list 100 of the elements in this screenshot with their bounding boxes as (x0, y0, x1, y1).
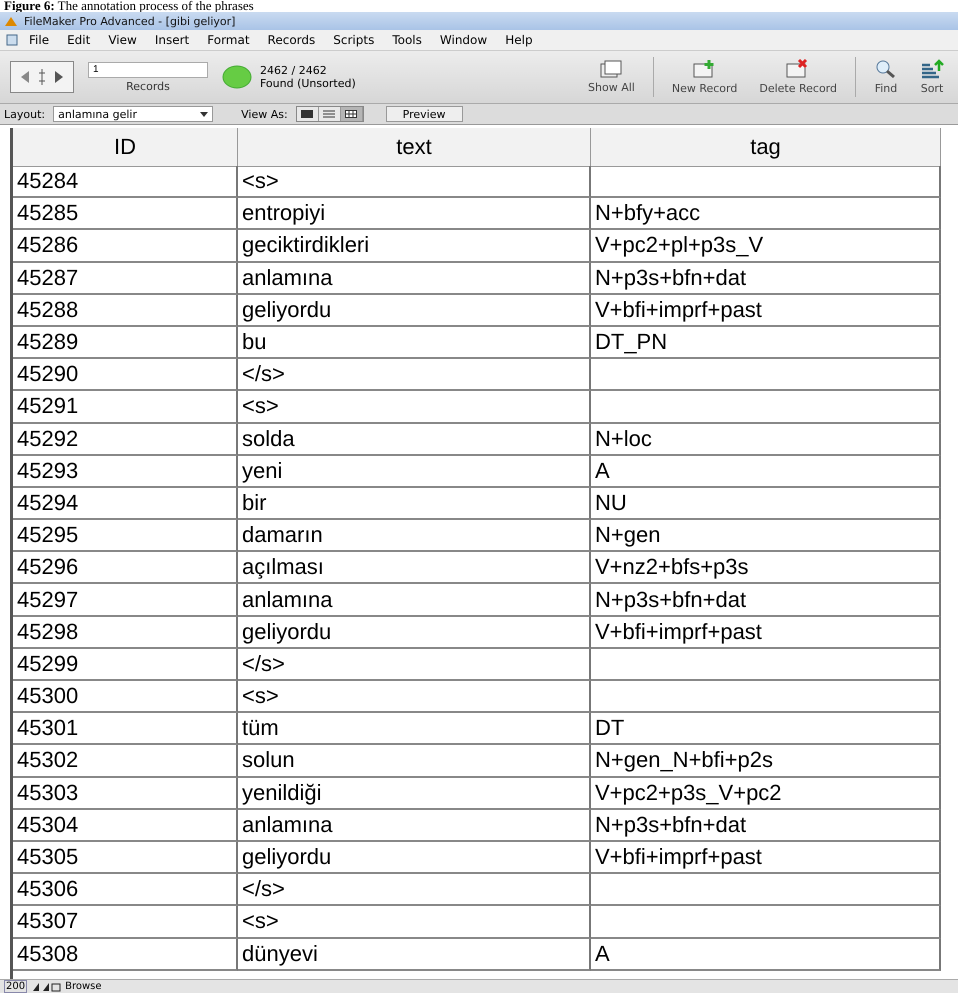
table-cell: anlamına (238, 584, 591, 617)
table-cell: V+pc2+pl+p3s_V (591, 230, 941, 263)
table-cell: 45303 (13, 778, 238, 810)
toolbar-button[interactable]: Delete Record (755, 59, 841, 95)
menu-item[interactable]: Scripts (326, 33, 382, 47)
figure-caption: Figure 6: The annotation process of the phrases (3, 0, 255, 12)
table-cell: N+gen_N+bfi+p2s (591, 745, 941, 778)
table-cell: 45290 (13, 359, 238, 392)
table-cell: 45285 (13, 198, 238, 230)
table-cell: geliyordu (238, 616, 591, 649)
menu-item[interactable]: Format (200, 33, 257, 47)
table-cell: yenildiği (238, 778, 591, 810)
table-cell: damarın (238, 520, 591, 552)
app-icon (4, 15, 18, 27)
column-header[interactable]: tag (591, 128, 941, 167)
window-title: FileMaker Pro Advanced - [gibi geliyor] (24, 14, 236, 28)
view-mode-button[interactable] (296, 107, 319, 121)
toolbar-button[interactable]: Show All (584, 60, 639, 94)
table-cell: 45291 (13, 391, 238, 424)
table-cell: </s> (238, 359, 591, 392)
layout-dropdown[interactable]: anlamına gelir (53, 106, 214, 122)
table-cell: N+gen (591, 520, 941, 552)
view-mode-switch[interactable] (296, 106, 364, 122)
table-cell: 45296 (13, 552, 238, 584)
toolbar-button[interactable]: Find (870, 59, 902, 95)
toolbar-button[interactable]: Sort (916, 59, 948, 95)
records-label: Records (126, 80, 170, 92)
table-cell: DT (591, 713, 941, 746)
table-cell: geliyordu (238, 842, 591, 874)
view-mode-button[interactable] (340, 107, 363, 121)
table-cell: 45284 (13, 166, 238, 198)
table-cell: <s> (238, 391, 591, 424)
zoom-level[interactable]: 200 (4, 980, 28, 993)
table-cell: <s> (238, 906, 591, 938)
form-view-icon (301, 110, 314, 118)
mode-dropdown[interactable]: Browse (65, 981, 146, 992)
menu-item[interactable]: File (22, 33, 56, 47)
layout-label: Layout: (4, 108, 46, 120)
menu-item[interactable]: Records (260, 33, 322, 47)
menu-item[interactable]: View (101, 33, 144, 47)
table-cell: 45299 (13, 648, 238, 681)
view-mode-button[interactable] (318, 107, 341, 121)
table-cell: N+loc (591, 424, 941, 456)
menu-item[interactable]: Tools (385, 33, 429, 47)
table-cell: tüm (238, 713, 591, 746)
table-cell: 45293 (13, 456, 238, 488)
table-view-icon (345, 110, 358, 118)
table-cell: solun (238, 745, 591, 778)
record-navigator[interactable] (10, 61, 74, 93)
found-count: 2462 / 2462 (260, 64, 328, 77)
caret-icon (200, 112, 208, 116)
toolbar-button[interactable]: New Record (668, 59, 742, 95)
menu-item[interactable]: Insert (148, 33, 196, 47)
table-cell: 45308 (13, 938, 238, 971)
table-cell: dünyevi (238, 938, 591, 971)
table-cell: 45307 (13, 906, 238, 938)
table-cell: N+bfy+acc (591, 198, 941, 230)
table-cell: 45305 (13, 842, 238, 874)
table-cell: A (591, 938, 941, 971)
record-number-field[interactable]: 1 (88, 62, 208, 78)
table-cell: geliyordu (238, 294, 591, 327)
table-cell: <s> (238, 681, 591, 714)
table-cell: yeni (238, 456, 591, 488)
column-header[interactable]: text (238, 128, 591, 167)
menu-item[interactable]: Help (498, 33, 540, 47)
table-cell: 45301 (13, 713, 238, 746)
cards-icon (600, 60, 622, 78)
table-cell: açılması (238, 552, 591, 584)
list-view-icon (323, 110, 336, 118)
table-cell: </s> (238, 648, 591, 681)
sort-icon (920, 59, 944, 79)
table-cell: DT_PN (591, 326, 941, 360)
zoom-icon (31, 982, 62, 992)
table-cell: </s> (238, 874, 591, 906)
table-cell: 45300 (13, 681, 238, 714)
table-cell: 45298 (13, 616, 238, 649)
table-cell: V+bfi+imprf+past (591, 616, 941, 649)
table-cell: 45289 (13, 326, 238, 360)
menu-item[interactable]: Window (432, 33, 494, 47)
column-header[interactable]: ID (13, 128, 238, 167)
table-cell: NU (591, 488, 941, 520)
table-cell: V+nz2+bfs+p3s (591, 552, 941, 584)
table-cell: N+p3s+bfn+dat (591, 810, 941, 842)
table-cell: 45306 (13, 874, 238, 906)
table-cell: 45295 (13, 520, 238, 552)
table-cell: N+p3s+bfn+dat (591, 584, 941, 617)
table-cell: 45288 (13, 294, 238, 327)
table-cell: 45297 (13, 584, 238, 617)
table-cell: bir (238, 488, 591, 520)
table-cell: entropiyi (238, 198, 591, 230)
found-status: Found (Unsorted) (260, 77, 356, 90)
table-cell: 45292 (13, 424, 238, 456)
table-cell: solda (238, 424, 591, 456)
table-cell: V+bfi+imprf+past (591, 294, 941, 327)
table-cell: 45304 (13, 810, 238, 842)
status-circle-icon (222, 65, 252, 89)
table-cell: <s> (238, 166, 591, 198)
menu-item[interactable]: Edit (60, 33, 98, 47)
table-cell: 45286 (13, 230, 238, 263)
preview-button[interactable]: Preview (386, 106, 462, 122)
